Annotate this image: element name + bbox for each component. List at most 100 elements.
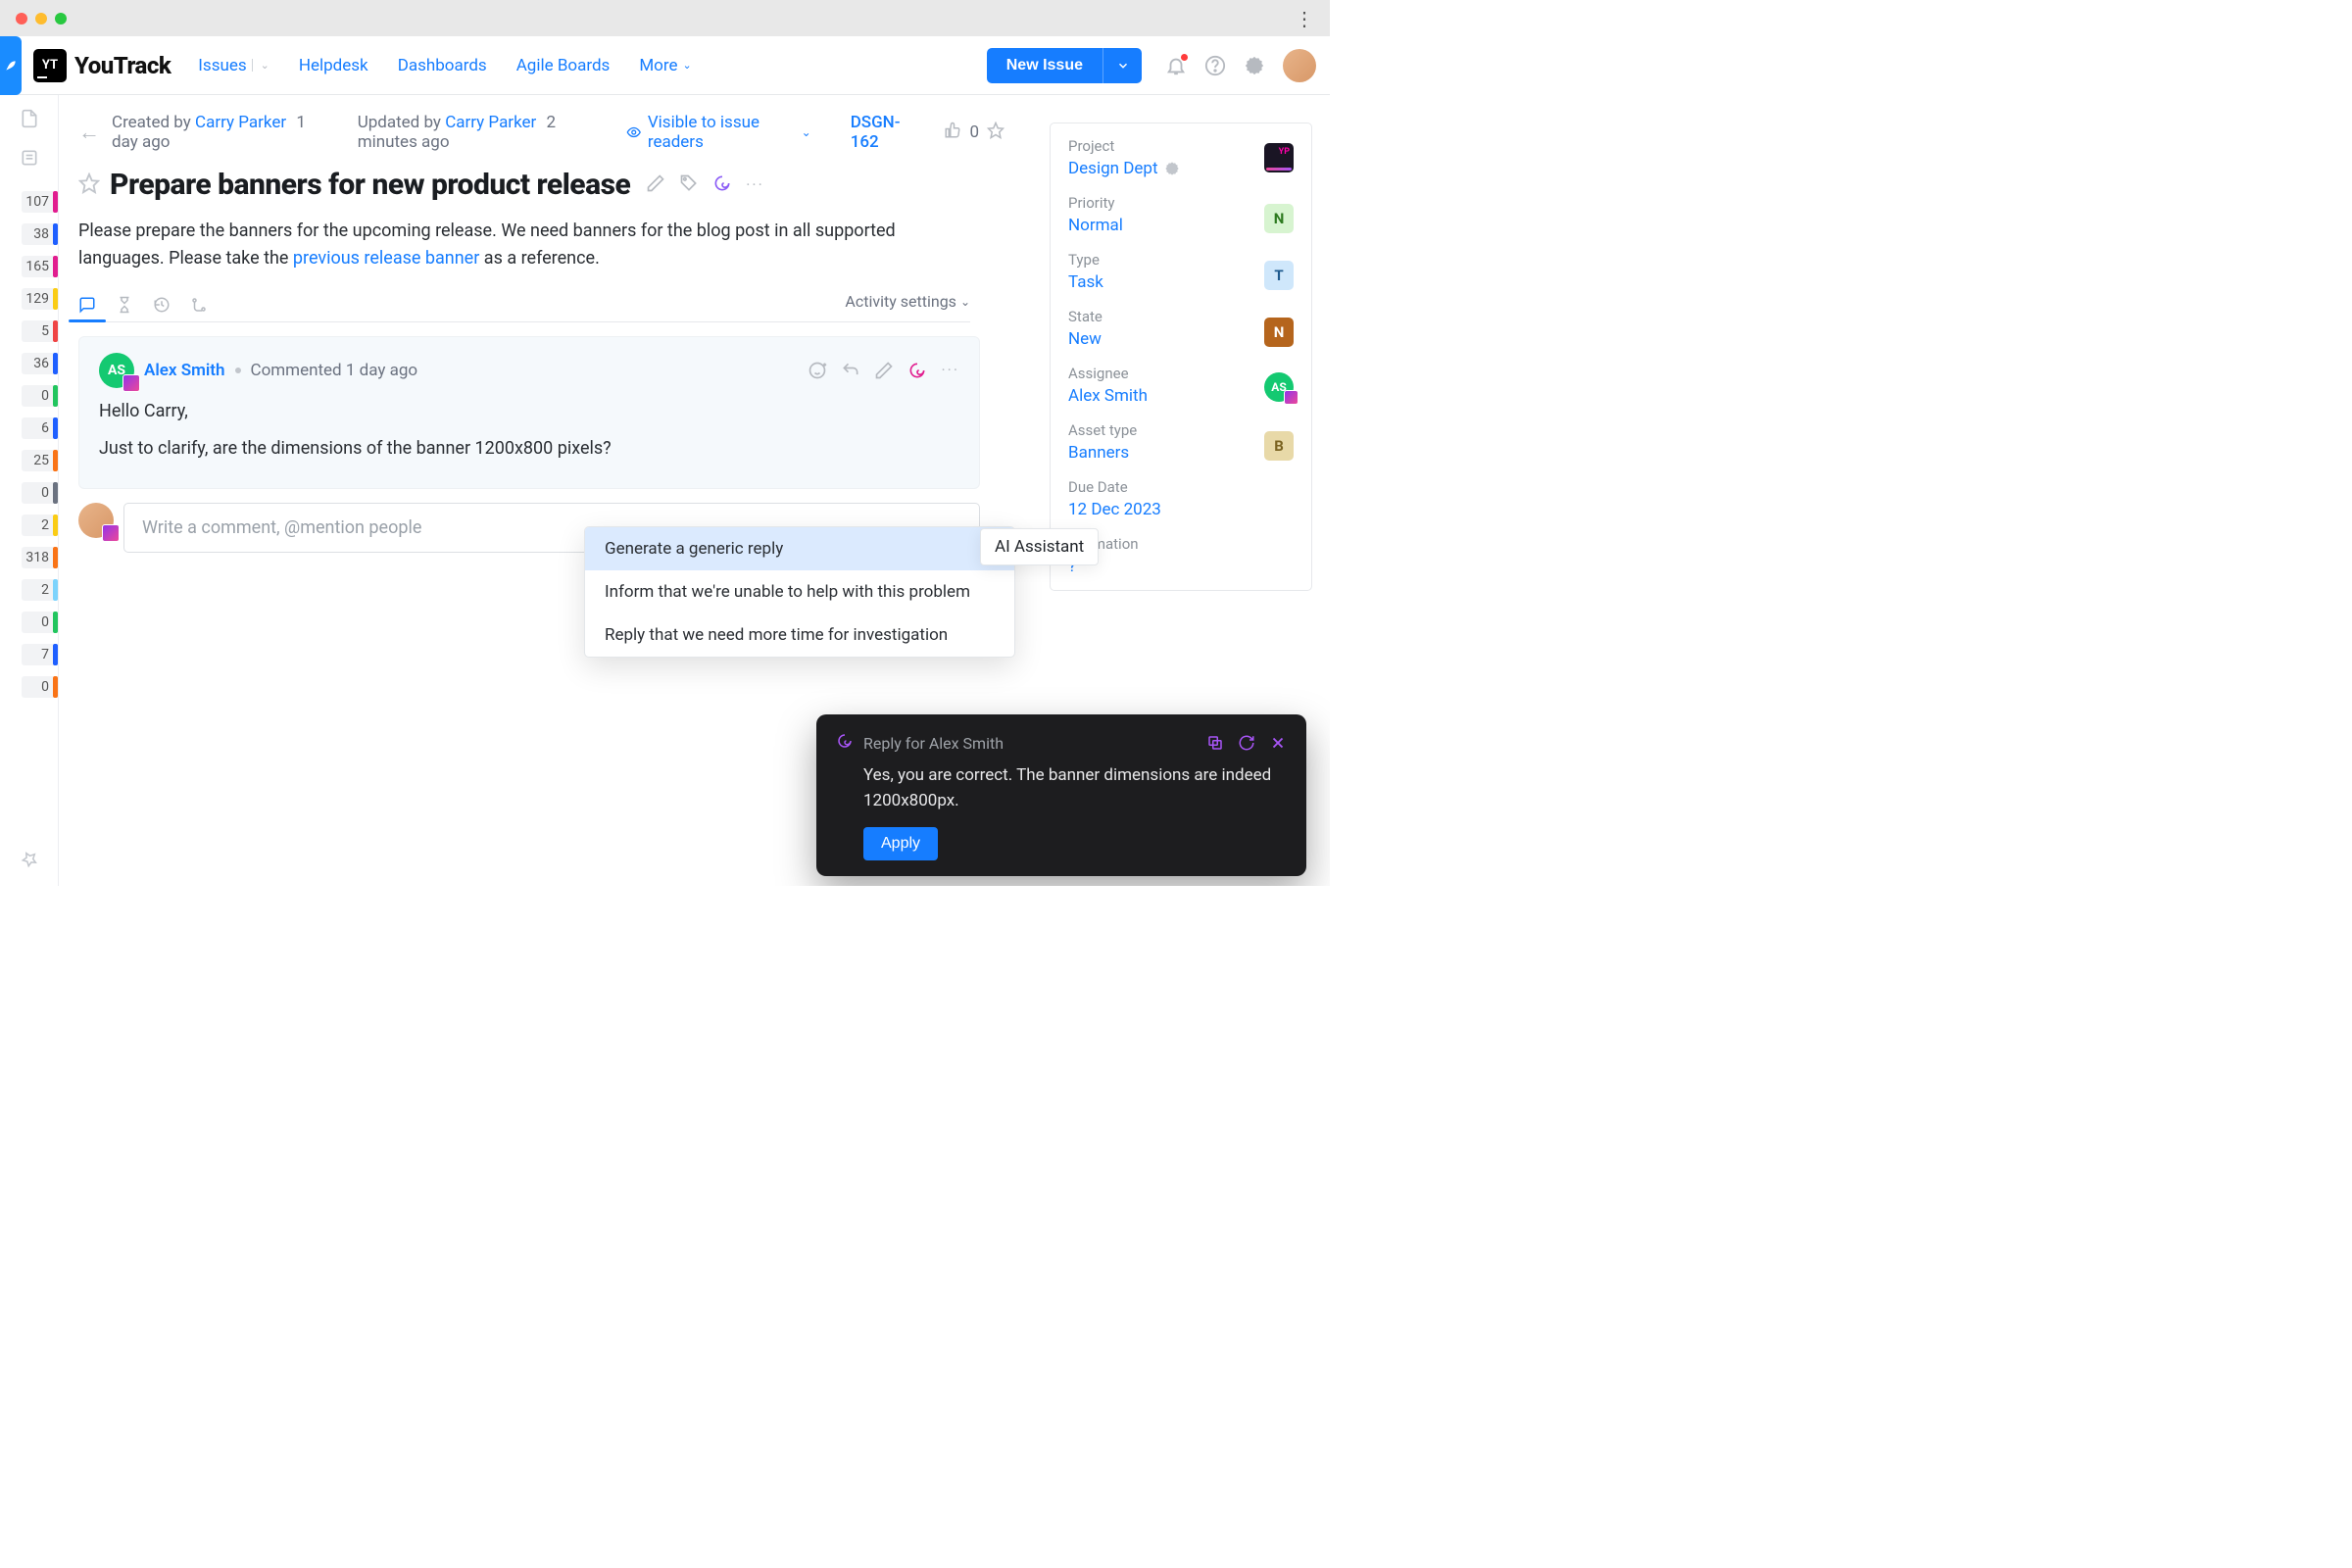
field-value[interactable]: Alex Smith bbox=[1068, 386, 1294, 406]
thumbs-up-icon[interactable] bbox=[944, 122, 961, 144]
assignee-avatar-icon: AS bbox=[1264, 372, 1294, 402]
current-user-avatar[interactable] bbox=[78, 503, 114, 538]
ai-menu-item-unable-to-help[interactable]: Inform that we're unable to help with th… bbox=[585, 570, 1014, 613]
regenerate-icon[interactable] bbox=[1238, 734, 1255, 752]
tab-history-icon[interactable] bbox=[153, 296, 171, 314]
tab-vcs-icon[interactable] bbox=[190, 296, 208, 314]
feather-tab-icon[interactable] bbox=[0, 36, 22, 95]
maximize-window-icon[interactable] bbox=[55, 13, 67, 24]
ai-assistant-tooltip: AI Assistant bbox=[980, 528, 1099, 565]
browser-menu-icon[interactable]: ⋮ bbox=[1291, 3, 1318, 34]
comment-author-link[interactable]: Alex Smith bbox=[144, 361, 225, 380]
visibility-dropdown[interactable]: Visible to issue readers ⌄ bbox=[626, 113, 810, 152]
reply-icon[interactable] bbox=[841, 361, 860, 380]
close-window-icon[interactable] bbox=[16, 13, 27, 24]
favorite-star-icon[interactable] bbox=[78, 172, 100, 198]
field-value[interactable]: New bbox=[1068, 329, 1294, 349]
rail-count-chip[interactable]: 129 bbox=[0, 286, 58, 312]
rail-count-chip[interactable]: 0 bbox=[0, 674, 58, 700]
nav-dashboards[interactable]: Dashboards bbox=[398, 56, 487, 75]
minimize-window-icon[interactable] bbox=[35, 13, 47, 24]
rail-count-chip[interactable]: 2 bbox=[0, 577, 58, 603]
edit-icon[interactable] bbox=[646, 173, 665, 197]
gear-icon[interactable] bbox=[1164, 161, 1180, 176]
logo-mark-icon: YT bbox=[33, 49, 67, 82]
comment-block: AS Alex Smith Commented 1 day ago ··· bbox=[78, 336, 980, 489]
activity-settings-dropdown[interactable]: Activity settings⌄ bbox=[845, 292, 970, 317]
field-estimation[interactable]: Estimation ? bbox=[1068, 535, 1294, 576]
field-value[interactable]: Normal bbox=[1068, 216, 1294, 235]
apply-button[interactable]: Apply bbox=[863, 827, 938, 860]
field-label: Due Date bbox=[1068, 478, 1294, 496]
field-value[interactable]: ? bbox=[1068, 557, 1294, 576]
star-icon[interactable] bbox=[987, 122, 1004, 144]
ai-menu-item-need-more-time[interactable]: Reply that we need more time for investi… bbox=[585, 613, 1014, 657]
rail-count-chip[interactable]: 0 bbox=[0, 480, 58, 506]
field-state[interactable]: State New N bbox=[1068, 308, 1294, 349]
tab-time-icon[interactable] bbox=[116, 296, 133, 314]
ai-menu-item-generic-reply[interactable]: Generate a generic reply bbox=[585, 527, 1014, 570]
updated-by-user-link[interactable]: Carry Parker bbox=[445, 113, 536, 132]
comment-more-icon[interactable]: ··· bbox=[941, 361, 959, 379]
rail-count-chip[interactable]: 0 bbox=[0, 383, 58, 409]
title-action-icons: ··· bbox=[646, 173, 764, 197]
type-badge: T bbox=[1264, 261, 1294, 290]
settings-icon[interactable] bbox=[1244, 55, 1265, 76]
rail-count-chip[interactable]: 6 bbox=[0, 416, 58, 441]
field-project[interactable]: Project Design Dept YP bbox=[1068, 137, 1294, 178]
nav-more[interactable]: More⌄ bbox=[639, 56, 691, 75]
ai-suggestions-menu: Generate a generic reply Inform that we'… bbox=[584, 526, 1015, 658]
comment-body: Hello Carry, Just to clarify, are the di… bbox=[99, 398, 959, 463]
rail-count-chip[interactable]: 318 bbox=[0, 545, 58, 570]
copy-icon[interactable] bbox=[1206, 734, 1224, 752]
new-issue-dropdown-button[interactable] bbox=[1102, 48, 1142, 83]
back-arrow-icon[interactable]: ← bbox=[78, 120, 100, 145]
field-priority[interactable]: Priority Normal N bbox=[1068, 194, 1294, 235]
tab-comments-icon[interactable] bbox=[78, 296, 96, 314]
field-type[interactable]: Type Task T bbox=[1068, 251, 1294, 292]
help-icon[interactable] bbox=[1204, 55, 1226, 76]
rail-count-chip[interactable]: 25 bbox=[0, 448, 58, 473]
rail-count-chip[interactable]: 7 bbox=[0, 642, 58, 667]
ai-reply-icon[interactable] bbox=[907, 361, 927, 380]
rail-count-chip[interactable]: 38 bbox=[0, 221, 58, 247]
field-value[interactable]: 12 Dec 2023 bbox=[1068, 500, 1294, 519]
rail-count-chip[interactable]: 107 bbox=[0, 189, 58, 215]
rail-count-chip[interactable]: 5 bbox=[0, 318, 58, 344]
rail-count-chip[interactable]: 2 bbox=[0, 513, 58, 538]
notifications-icon[interactable] bbox=[1165, 55, 1187, 76]
rail-list-icon[interactable] bbox=[16, 144, 43, 175]
app-logo[interactable]: YT YouTrack bbox=[33, 49, 171, 82]
issue-key[interactable]: DSGN-162 bbox=[851, 113, 919, 152]
close-icon[interactable] bbox=[1269, 734, 1287, 752]
field-due-date[interactable]: Due Date 12 Dec 2023 bbox=[1068, 478, 1294, 519]
field-value[interactable]: Banners bbox=[1068, 443, 1294, 463]
react-icon[interactable] bbox=[808, 361, 827, 380]
more-actions-icon[interactable]: ··· bbox=[746, 175, 764, 194]
window-controls bbox=[16, 13, 67, 24]
nav-agile-boards[interactable]: Agile Boards bbox=[516, 56, 611, 75]
ai-swirl-icon bbox=[836, 732, 854, 754]
rail-doc-icon[interactable] bbox=[16, 105, 43, 136]
vote-count: 0 bbox=[969, 122, 979, 142]
field-asset-type[interactable]: Asset type Banners B bbox=[1068, 421, 1294, 463]
field-value[interactable]: Design Dept bbox=[1068, 159, 1158, 178]
reference-link[interactable]: previous release banner bbox=[293, 248, 479, 269]
ai-swirl-icon[interactable] bbox=[712, 173, 732, 197]
edit-comment-icon[interactable] bbox=[874, 361, 894, 380]
rail-count-chip[interactable]: 36 bbox=[0, 351, 58, 376]
pin-icon[interactable] bbox=[21, 851, 38, 872]
field-assignee[interactable]: Assignee Alex Smith AS bbox=[1068, 365, 1294, 406]
tag-icon[interactable] bbox=[679, 173, 699, 197]
field-value[interactable]: Task bbox=[1068, 272, 1294, 292]
comment-author-avatar[interactable]: AS bbox=[99, 353, 134, 388]
nav-issues[interactable]: Issues⌄ bbox=[198, 56, 270, 75]
rail-count-chip[interactable]: 165 bbox=[0, 254, 58, 279]
issue-title: Prepare banners for new product release bbox=[110, 168, 630, 202]
created-by-user-link[interactable]: Carry Parker bbox=[195, 113, 286, 132]
user-avatar[interactable] bbox=[1283, 49, 1316, 82]
nav-helpdesk[interactable]: Helpdesk bbox=[299, 56, 368, 75]
rail-count-chip[interactable]: 0 bbox=[0, 610, 58, 635]
top-right-icons bbox=[1165, 49, 1316, 82]
new-issue-button[interactable]: New Issue bbox=[987, 48, 1102, 83]
